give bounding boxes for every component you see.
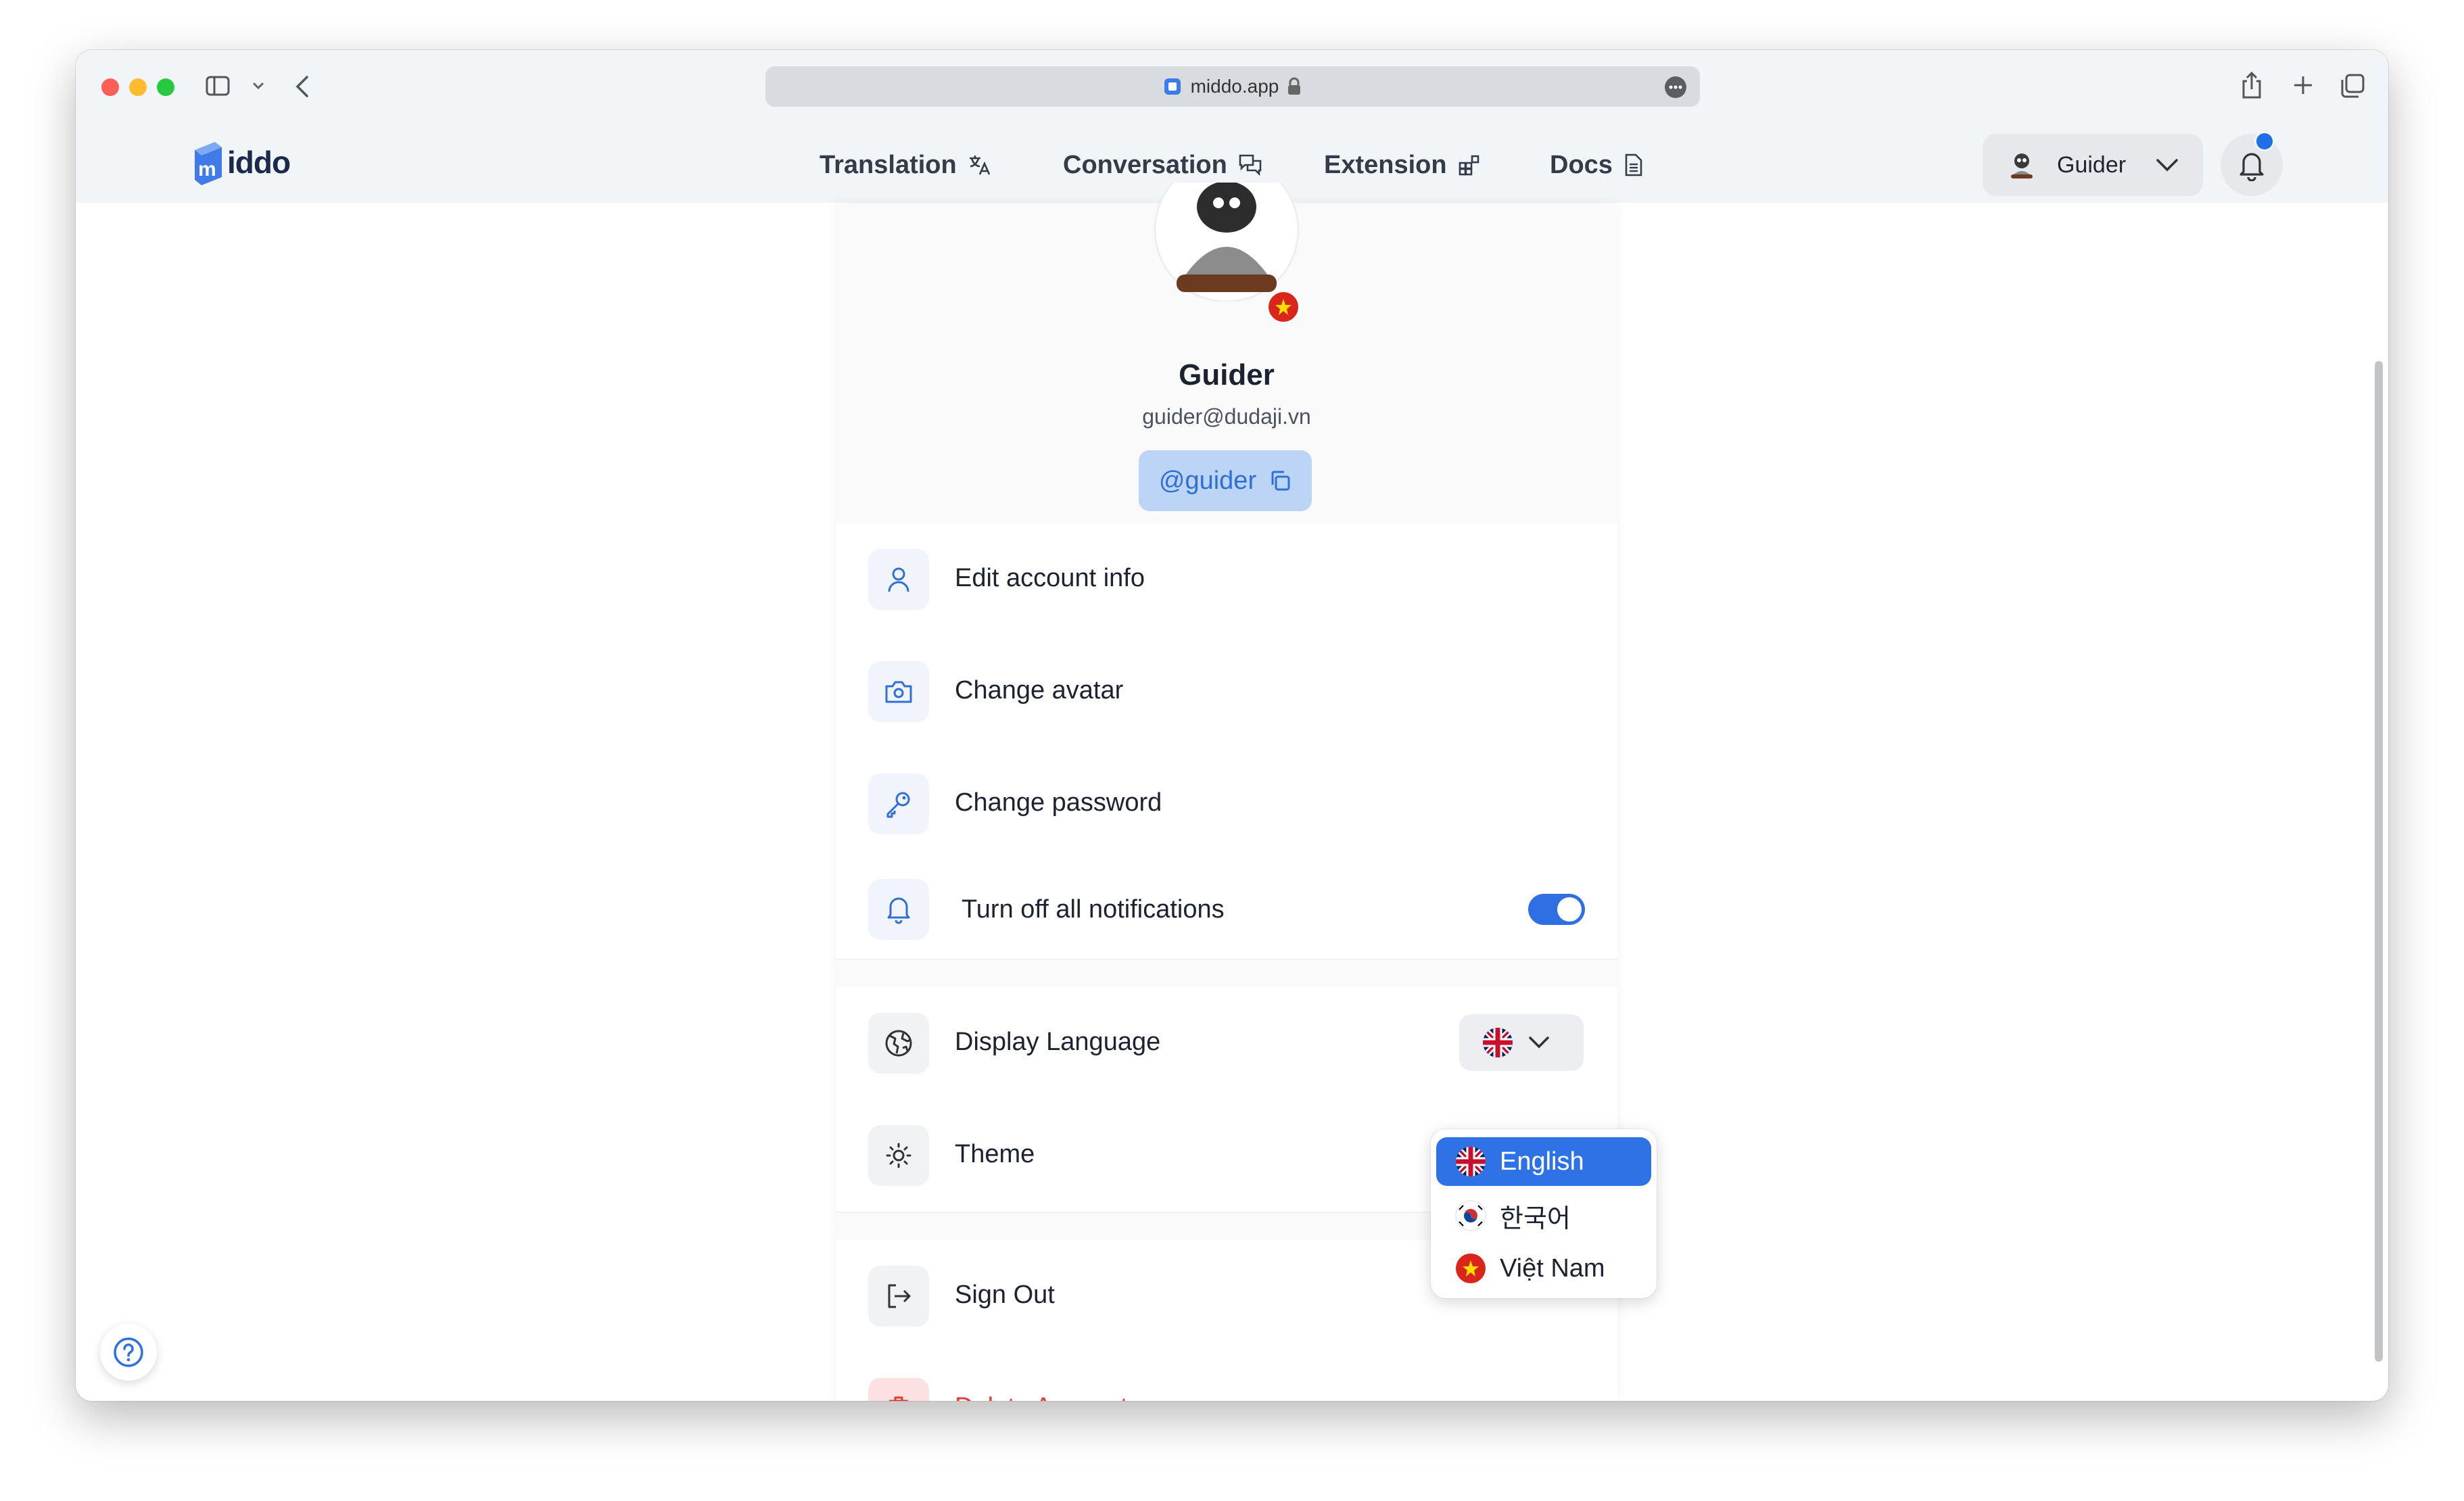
uk-flag-icon [1456,1147,1486,1176]
toggle-knob [1557,897,1582,922]
notifications-toggle[interactable] [1528,894,1585,925]
logout-icon [868,1266,929,1327]
nav-docs[interactable]: Docs [1550,138,1644,192]
language-dropdown: English 한국어 Việt Nam [1431,1129,1657,1298]
vn-flag-icon [1456,1254,1486,1283]
browser-toolbar: middo.app m iddo Translation Conversatio… [76,50,2388,203]
menu-edit-account-info[interactable]: Edit account info [836,523,1617,637]
tab-overview-icon[interactable] [2340,73,2365,99]
user-icon [868,549,929,610]
menu-change-password[interactable]: Change password [836,748,1617,861]
language-option-english[interactable]: English [1436,1137,1651,1186]
chevron-down-icon [2156,159,2178,172]
kr-flag-icon [1455,1200,1486,1231]
zoom-window-button[interactable] [157,78,174,96]
nav-conversation-label: Conversation [1063,150,1227,179]
section-gap [836,960,1617,987]
logo-text: iddo [227,145,291,180]
user-menu-name: Guider [2057,151,2127,178]
chat-icon [1239,154,1262,176]
username-copy-chip[interactable]: @guider [1139,450,1312,511]
sun-icon [868,1125,929,1186]
globe-icon [868,1013,929,1074]
address-text: middo.app [1190,76,1279,97]
menu-label: Edit account info [955,564,1145,592]
lock-icon [1288,77,1301,95]
logo-letter: m [198,158,216,181]
camera-icon [868,661,929,722]
extension-icon [1459,155,1479,176]
page-scrollbar[interactable] [2375,361,2383,1362]
menu-label: Change avatar [955,676,1124,705]
menu-delete-account[interactable]: Delete Account [836,1352,1617,1401]
profile-email: guider@dudaji.vn [1142,404,1311,429]
profile-avatar[interactable] [1152,183,1301,302]
menu-label: Sign Out [955,1281,1055,1309]
language-option-korean[interactable]: 한국어 [1436,1191,1651,1240]
help-button[interactable] [100,1324,157,1381]
back-icon[interactable] [293,74,312,99]
address-bar[interactable]: middo.app [765,66,1700,107]
username-text: @guider [1158,466,1257,495]
notification-badge [2254,131,2275,151]
menu-label: Change password [955,788,1162,817]
menu-display-language: Display Language [836,987,1617,1101]
more-options-icon[interactable] [1665,76,1686,98]
translate-icon [969,156,990,175]
browser-window: middo.app m iddo Translation Conversatio… [76,50,2388,1401]
menu-change-avatar[interactable]: Change avatar [836,636,1617,749]
menu-label: Display Language [955,1028,1161,1056]
menu-label: Turn off all notifications [962,895,1225,924]
chevron-down-icon [1529,1037,1549,1049]
close-window-button[interactable] [101,78,119,96]
vn-flag-icon [1266,289,1301,325]
nav-translation[interactable]: Translation [820,138,992,192]
uk-flag-icon [1483,1028,1513,1057]
key-icon [868,773,929,834]
language-option-label: Việt Nam [1500,1254,1605,1283]
language-option-label: 한국어 [1500,1204,1571,1233]
copy-icon [1271,471,1290,491]
language-option-vietnamese[interactable]: Việt Nam [1436,1244,1651,1293]
bell-icon [2240,153,2264,181]
language-select[interactable] [1459,1014,1584,1071]
nav-translation-label: Translation [820,150,957,179]
middo-logo-icon: m [195,142,222,185]
middo-logo[interactable]: m iddo [191,135,291,189]
profile-name: Guider [1179,358,1275,391]
site-favicon-icon [1164,78,1181,95]
nav-docs-label: Docs [1550,150,1613,179]
menu-label: Theme [955,1140,1035,1168]
new-tab-icon[interactable] [2292,74,2314,96]
help-icon [114,1337,143,1367]
minimize-window-button[interactable] [129,78,147,96]
profile-header: Guider guider@dudaji.vn @guider [836,183,1617,523]
avatar [2011,153,2033,178]
bell-icon [868,879,929,940]
user-menu-button[interactable]: Guider [1983,134,2203,196]
share-icon[interactable] [2240,70,2264,100]
nav-extension[interactable]: Extension [1324,138,1481,192]
menu-label: Delete Account [955,1393,1128,1401]
trash-icon [868,1378,929,1401]
language-option-label: English [1500,1147,1584,1176]
document-icon [1625,153,1642,176]
chevron-down-icon[interactable] [252,81,265,91]
menu-notifications: Turn off all notifications [836,860,1617,960]
sidebar-toggle-icon[interactable] [206,76,230,96]
nav-extension-label: Extension [1324,150,1447,179]
